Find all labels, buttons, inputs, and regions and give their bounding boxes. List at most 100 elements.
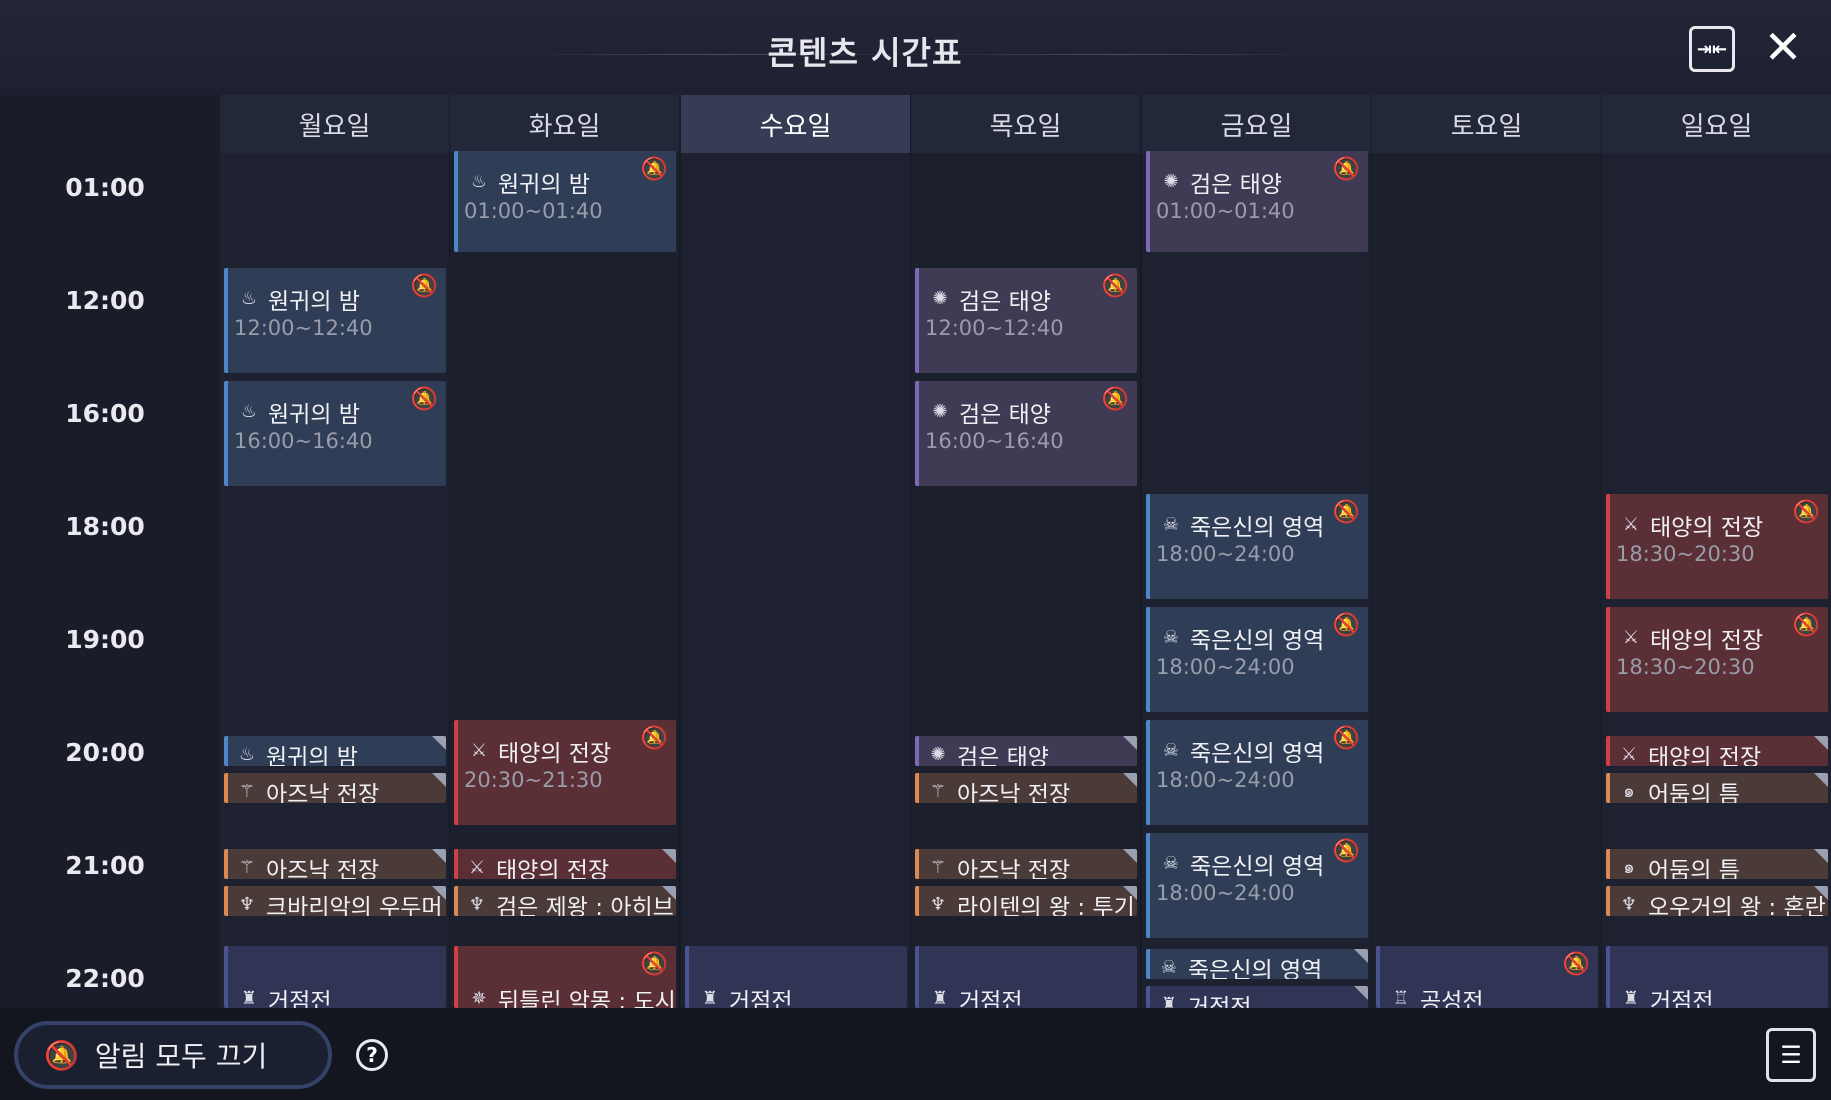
day-tab-2[interactable]: 수요일 <box>681 95 911 153</box>
schedule-event[interactable]: ♆ 오우거의 왕 : 혼란 <box>1606 886 1828 916</box>
schedule-event[interactable]: ☠ 죽은신의 영역 18:00~24:00 🔕 <box>1146 494 1368 599</box>
schedule-event[interactable]: ♜거점전22:00~23:00 <box>1606 946 1828 1008</box>
schedule-event[interactable]: ☠ 죽은신의 영역 18:00~24:00 🔕 <box>1146 607 1368 712</box>
event-title: 원귀의 밤 <box>268 402 360 428</box>
event-title-row: ♆ 검은 제왕 : 아히브 <box>466 888 674 916</box>
day-tab-3[interactable]: 목요일 <box>911 95 1141 153</box>
event-time: 16:00~16:40 <box>234 429 373 453</box>
schedule-event[interactable]: ♨ 원귀의 밤 12:00~12:40 🔕 <box>224 268 446 373</box>
schedule-event[interactable]: ⚔ 태양의 전장 <box>1606 736 1828 766</box>
schedule-event[interactable]: ✺ 검은 태양 01:00~01:40 🔕 <box>1146 151 1368 252</box>
bell-off-icon[interactable]: 🔕 <box>641 726 668 751</box>
event-title: 검은 제왕 : 아히브 <box>496 895 674 916</box>
bell-off-icon[interactable]: 🔕 <box>1102 387 1129 412</box>
sword-icon: ⚚ <box>929 857 947 878</box>
schedule-event[interactable]: ⚔ 태양의 전장 <box>454 849 676 879</box>
time-label: 20:00 <box>65 738 145 767</box>
schedule-event[interactable]: ♨ 원귀의 밤 <box>224 736 446 766</box>
bell-off-icon[interactable]: 🔕 <box>1333 839 1360 864</box>
bell-off-icon[interactable]: 🔕 <box>1102 274 1129 299</box>
schedule-event[interactable]: ♜거점전22:00~23:00 <box>915 946 1137 1008</box>
day-tab-0[interactable]: 월요일 <box>220 95 450 153</box>
bell-off-icon[interactable]: 🔕 <box>1333 613 1360 638</box>
event-title: 태양의 전장 <box>1650 515 1764 541</box>
schedule-event[interactable]: ✺ 검은 태양 12:00~12:40 🔕 <box>915 268 1137 373</box>
event-title-row: ⚔ 태양의 전장 <box>468 734 611 768</box>
event-title-row: ✺ 검은 태양 <box>929 395 1051 429</box>
close-icon: ✕ <box>1763 20 1803 74</box>
time-label: 12:00 <box>65 286 145 315</box>
tower-icon: ♜ <box>1622 988 1640 1008</box>
schedule-event[interactable]: ♆ 크바리악의 우두머 <box>224 886 446 916</box>
list-filter-button[interactable]: ☰ <box>1766 1028 1816 1082</box>
event-title: 검은 태양 <box>959 289 1051 315</box>
schedule-event[interactable]: ♨ 원귀의 밤 01:00~01:40 🔕 <box>454 151 676 252</box>
event-title: 어둠의 틈 <box>1648 858 1740 879</box>
schedule-event[interactable]: ♆ 라이텐의 왕 : 투기 <box>915 886 1137 916</box>
schedule-event[interactable]: ⚔ 태양의 전장 18:30~20:30 🔕 <box>1606 607 1828 712</box>
crossed-swords-icon: ⚔ <box>1622 514 1640 535</box>
event-time: 18:00~24:00 <box>1156 655 1295 679</box>
bell-off-icon[interactable]: 🔕 <box>411 274 438 299</box>
schedule-event[interactable]: ♨ 원귀의 밤 16:00~16:40 🔕 <box>224 381 446 486</box>
schedule-event[interactable]: ⚔ 태양의 전장 20:30~21:30 🔕 <box>454 720 676 825</box>
sun-icon: ✺ <box>1163 171 1179 192</box>
schedule-event[interactable]: ☠ 죽은신의 영역 <box>1146 949 1368 979</box>
schedule-event[interactable]: ⚚ 아즈낙 전장 <box>915 849 1137 879</box>
event-title-row: ๑ 어둠의 틈 <box>1618 775 1740 803</box>
schedule-event[interactable]: ๑ 어둠의 틈 <box>1606 773 1828 803</box>
collapse-button[interactable]: ⇥⇤ <box>1689 26 1735 72</box>
header-bar: 콘텐츠 시간표 ⇥⇤ ✕ <box>0 0 1831 95</box>
schedule-event[interactable]: ♖공성전22:00~23:00🔕 <box>1376 946 1598 1008</box>
schedule-event[interactable]: ♆ 검은 제왕 : 아히브 <box>454 886 676 916</box>
schedule-event[interactable]: ☠ 죽은신의 영역 18:00~24:00 🔕 <box>1146 720 1368 825</box>
event-title: 원귀의 밤 <box>498 172 590 198</box>
bell-off-icon[interactable]: 🔕 <box>411 387 438 412</box>
event-title: 거점전 <box>268 989 332 1008</box>
schedule-event[interactable]: ✺ 검은 태양 16:00~16:40 🔕 <box>915 381 1137 486</box>
day-tab-1[interactable]: 화요일 <box>450 95 680 153</box>
nightmare-icon: ✵ <box>471 988 487 1008</box>
event-title-row: ♖ 공성전 <box>1390 982 1484 1008</box>
schedule-event[interactable]: ♜거점전22:00~23:00 <box>224 946 446 1008</box>
schedule-event[interactable]: ๑ 어둠의 틈 <box>1606 849 1828 879</box>
event-title-row: ♜ 거점전 <box>699 982 793 1008</box>
event-title-row: ♜ 거점전 <box>929 982 1023 1008</box>
event-title-row: ♆ 크바리악의 우두머 <box>236 888 443 916</box>
collapse-arrows-icon: ⇥⇤ <box>1696 38 1728 60</box>
schedule-event[interactable]: ⚔ 태양의 전장 18:30~20:30 🔕 <box>1606 494 1828 599</box>
bell-off-icon[interactable]: 🔕 <box>1333 500 1360 525</box>
schedule-event[interactable]: ⚚ 아즈낙 전장 <box>224 849 446 879</box>
mute-all-label: 알림 모두 끄기 <box>94 1040 268 1073</box>
tower-icon: ♜ <box>931 988 949 1008</box>
bell-off-icon[interactable]: 🔕 <box>1793 500 1820 525</box>
schedule-event[interactable]: ⚚ 아즈낙 전장 <box>224 773 446 803</box>
event-time: 12:00~12:40 <box>234 316 373 340</box>
day-tab-6[interactable]: 일요일 <box>1602 95 1831 153</box>
event-time: 20:30~21:30 <box>464 768 603 792</box>
bell-off-icon[interactable]: 🔕 <box>641 157 668 182</box>
day-tab-4[interactable]: 금요일 <box>1142 95 1372 153</box>
bell-off-icon[interactable]: 🔕 <box>1563 952 1590 977</box>
close-button[interactable]: ✕ <box>1758 22 1808 72</box>
event-time: 18:00~24:00 <box>1156 542 1295 566</box>
schedule-event[interactable]: ☠ 죽은신의 영역 18:00~24:00 🔕 <box>1146 833 1368 938</box>
schedule-event[interactable]: ♜ 거점전 <box>1146 986 1368 1008</box>
schedule-event[interactable]: ⚚ 아즈낙 전장 <box>915 773 1137 803</box>
bell-off-icon[interactable]: 🔕 <box>641 952 668 977</box>
mute-all-button[interactable]: 🔕 알림 모두 끄기 <box>14 1021 332 1089</box>
schedule-event[interactable]: ✺ 검은 태양 <box>915 736 1137 766</box>
schedule-event[interactable]: ✵뒤틀린 악몽 : 도시22:00~23:00🔕 <box>454 946 676 1008</box>
sword-icon: ⚚ <box>238 781 256 802</box>
day-tab-5[interactable]: 토요일 <box>1372 95 1602 153</box>
schedule-event[interactable]: ♜거점전22:00~23:00 <box>685 946 907 1008</box>
bell-off-icon[interactable]: 🔕 <box>1333 726 1360 751</box>
vortex-icon: ๑ <box>1623 857 1635 878</box>
event-title-row: ☠ 죽은신의 영역 <box>1160 734 1324 768</box>
event-title-row: ☠ 죽은신의 영역 <box>1160 621 1324 655</box>
help-button[interactable]: ? <box>356 1039 388 1071</box>
bell-off-icon[interactable]: 🔕 <box>1333 157 1360 182</box>
event-title-row: ✺ 검은 태양 <box>927 738 1049 766</box>
bell-off-icon[interactable]: 🔕 <box>1793 613 1820 638</box>
event-title: 크바리악의 우두머 <box>266 895 443 916</box>
